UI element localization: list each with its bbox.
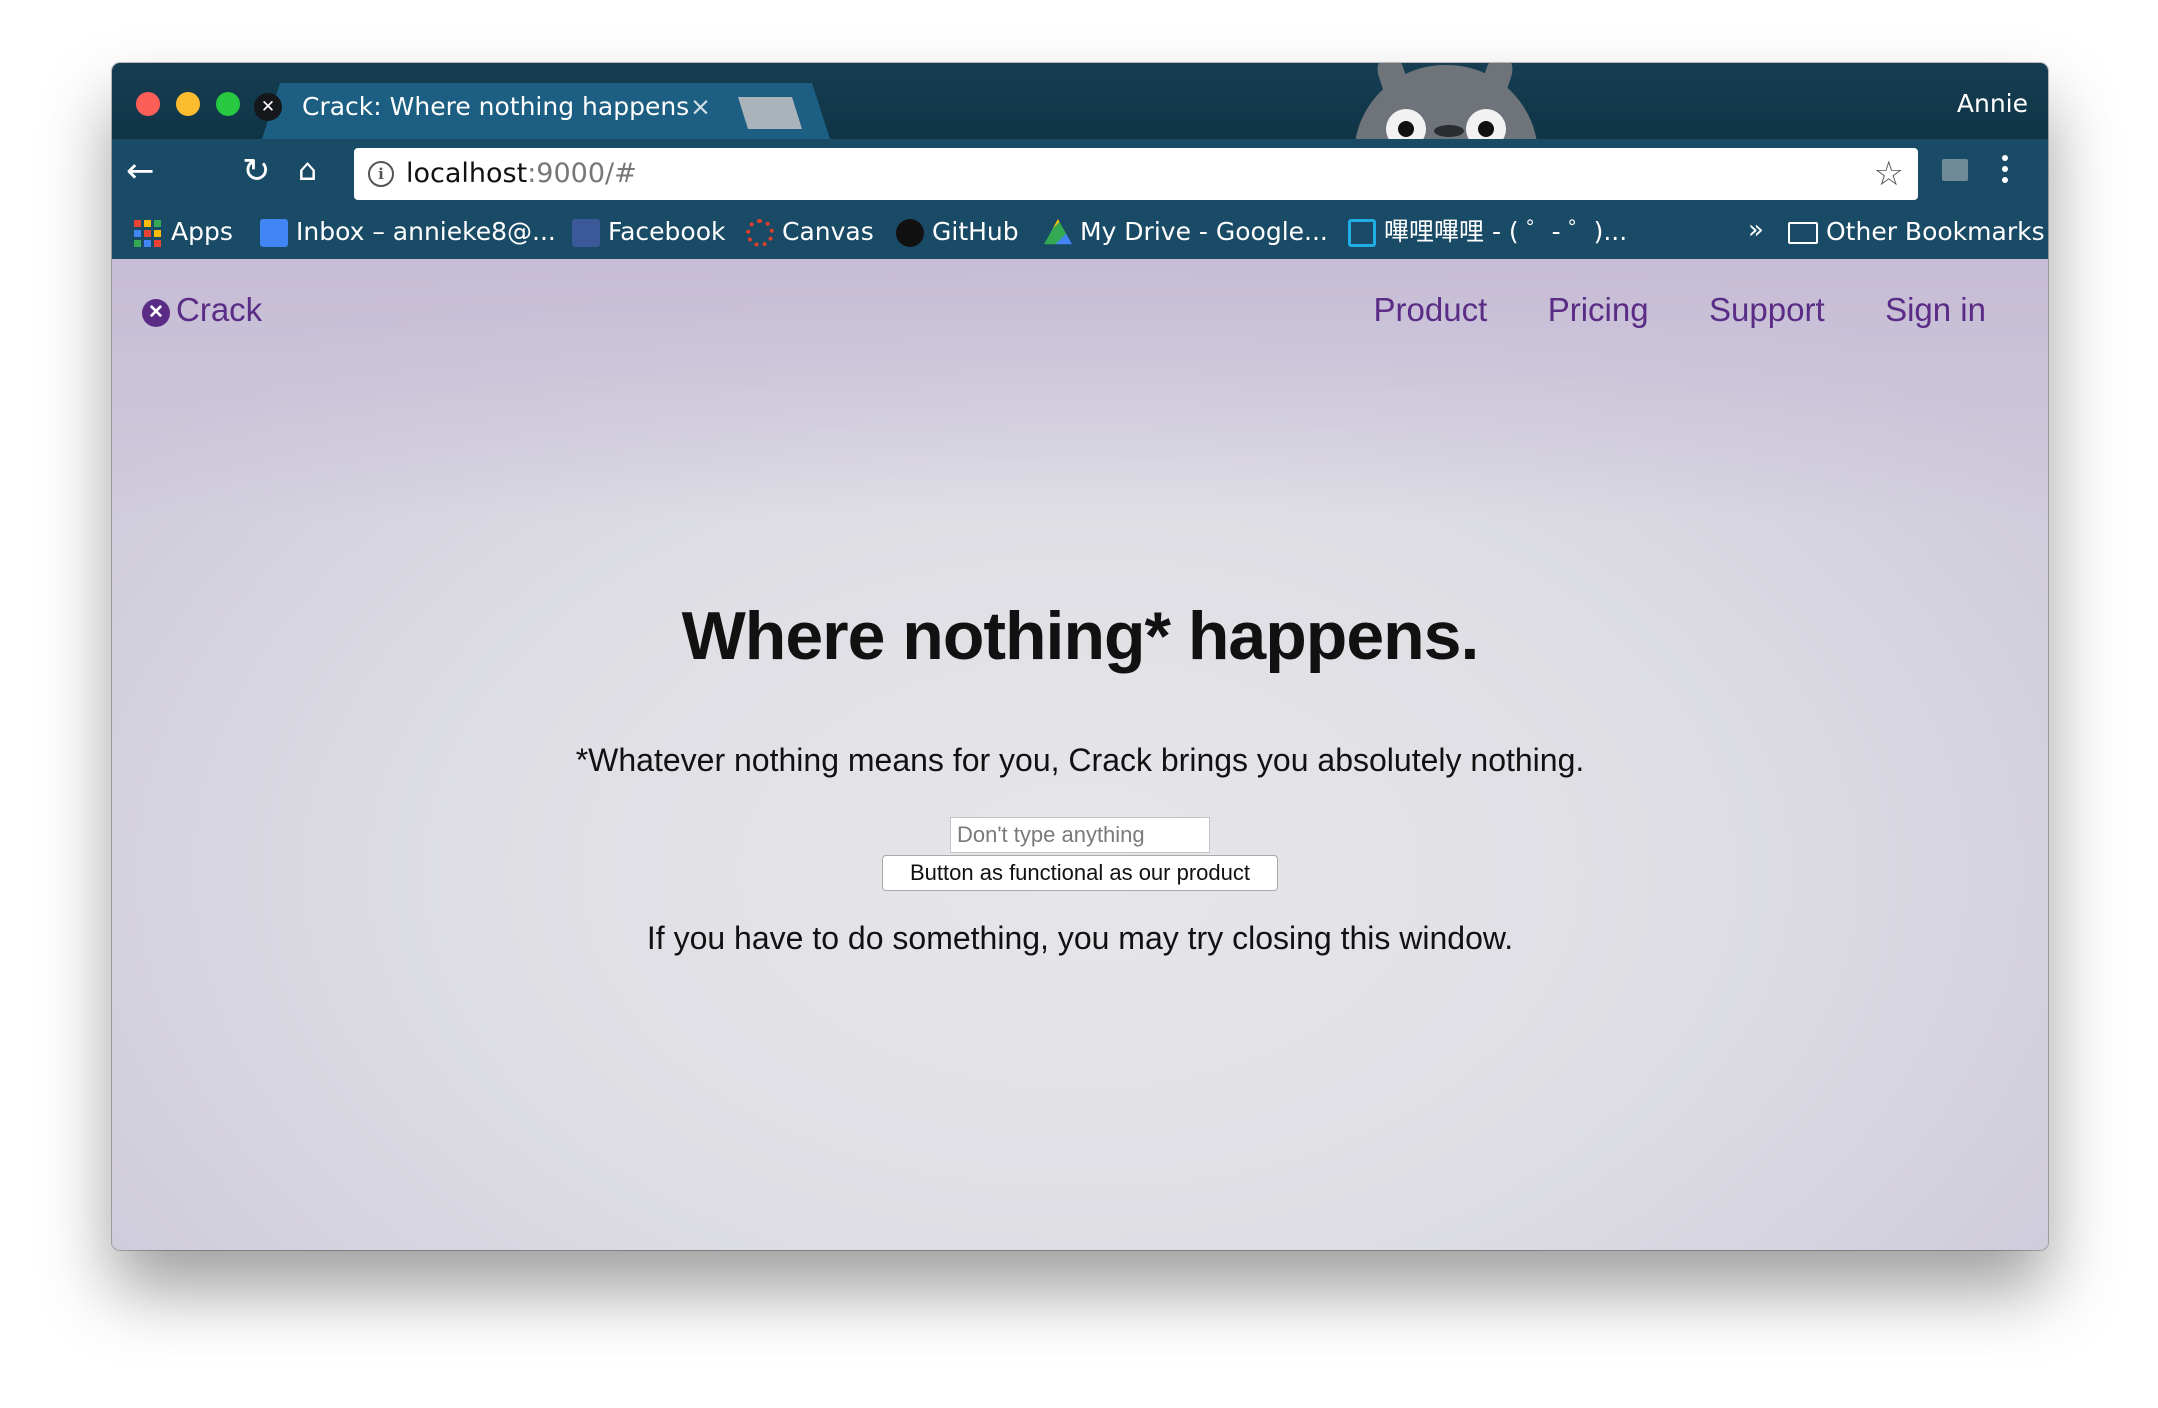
crack-favicon-icon: ✕ [254, 93, 282, 121]
closing-text: If you have to do something, you may try… [646, 920, 1514, 956]
bookmark-facebook[interactable]: Facebook [572, 215, 725, 249]
page-content: ✕ Crack Product Pricing Support Sign in W… [112, 259, 2048, 1250]
maximize-window-button[interactable] [216, 92, 240, 116]
facebook-icon [572, 219, 600, 247]
close-window-button[interactable] [136, 92, 160, 116]
inbox-icon [260, 219, 288, 247]
bookmark-github[interactable]: GitHub [896, 215, 1019, 249]
bookmark-label: Canvas [782, 217, 874, 246]
home-icon[interactable]: ⌂ [298, 151, 317, 191]
minimize-window-button[interactable] [176, 92, 200, 116]
url-host: localhost [406, 158, 528, 189]
other-bookmarks[interactable]: Other Bookmarks [1788, 215, 2045, 249]
tab-title: Crack: Where nothing happens [302, 92, 690, 121]
bookmark-apps[interactable]: Apps [134, 215, 233, 249]
bookmarks-overflow-chevron[interactable]: » [1748, 215, 1764, 245]
title-bar: ✕ Crack: Where nothing happens × Annie [112, 63, 2048, 139]
bookmarks-bar: Apps Inbox – annieke8@... Facebook Canva… [112, 205, 2048, 259]
apps-grid-icon [134, 219, 161, 247]
other-bookmarks-label: Other Bookmarks [1826, 217, 2045, 246]
extension-mail-icon[interactable] [1942, 159, 1968, 181]
profile-name[interactable]: Annie [1957, 89, 2028, 118]
url-text[interactable]: localhost:9000/# [406, 158, 637, 189]
brand-logo[interactable]: ✕ Crack [142, 291, 262, 329]
canvas-icon [746, 219, 774, 247]
url-port-path: :9000/# [527, 158, 637, 189]
top-nav: Product Pricing Support Sign in [1318, 291, 1986, 329]
nav-pricing[interactable]: Pricing [1548, 291, 1649, 328]
bookmark-label: Facebook [608, 217, 726, 246]
nav-support[interactable]: Support [1709, 291, 1825, 328]
bookmark-label: My Drive - Google... [1080, 217, 1328, 246]
reload-icon[interactable]: ↻ [242, 151, 271, 191]
address-bar[interactable]: i localhost:9000/# ☆ [354, 148, 1918, 200]
bilibili-icon [1348, 219, 1376, 247]
crack-logo-icon: ✕ [142, 299, 170, 327]
bookmark-bilibili[interactable]: 嗶哩嗶哩 - ( ゜- ゜)... [1348, 215, 1627, 249]
folder-icon [1788, 222, 1818, 244]
browser-window: ✕ Crack: Where nothing happens × Annie ←… [112, 63, 2048, 1250]
back-arrow-icon[interactable]: ← [126, 151, 155, 191]
hero-headline: Where nothing* happens. [681, 598, 1480, 674]
bookmark-label: 嗶哩嗶哩 - ( ゜- ゜)... [1384, 217, 1628, 246]
nav-sign-in[interactable]: Sign in [1885, 291, 1986, 328]
info-icon[interactable]: i [368, 161, 394, 187]
hero-subline: *Whatever nothing means for you, Crack b… [575, 742, 1585, 778]
bookmark-star-icon[interactable]: ☆ [1874, 154, 1904, 194]
functional-button[interactable]: Button as functional as our product [882, 855, 1278, 891]
browser-toolbar: ← ↻ ⌂ i localhost:9000/# ☆ [112, 139, 2048, 205]
bookmark-canvas[interactable]: Canvas [746, 215, 874, 249]
new-tab-button[interactable] [738, 97, 802, 129]
google-drive-icon [1044, 219, 1072, 245]
bookmark-label: Inbox – annieke8@... [296, 217, 556, 246]
bookmark-label: GitHub [932, 217, 1019, 246]
brand-name: Crack [176, 291, 263, 328]
bookmark-inbox[interactable]: Inbox – annieke8@... [260, 215, 556, 249]
github-icon [896, 219, 924, 247]
bookmark-google-drive[interactable]: My Drive - Google... [1044, 215, 1328, 249]
bookmark-label: Apps [171, 217, 233, 246]
menu-kebab-icon[interactable] [2002, 155, 2008, 185]
totoro-theme-image [1336, 63, 1556, 139]
nav-product[interactable]: Product [1374, 291, 1488, 328]
tab-close-icon[interactable]: × [690, 92, 711, 121]
nothing-input[interactable] [950, 817, 1210, 853]
